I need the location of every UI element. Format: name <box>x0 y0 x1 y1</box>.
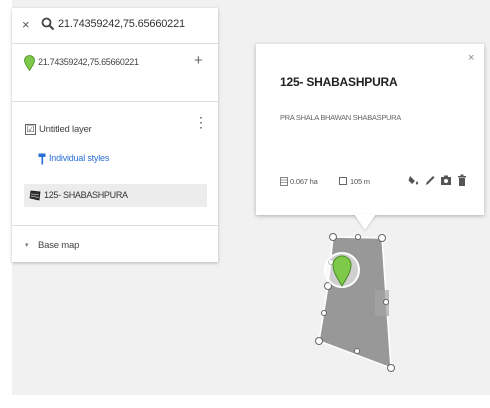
vertex-handle[interactable] <box>321 310 327 316</box>
green-pin-icon <box>24 55 35 71</box>
vertex-handle[interactable] <box>355 234 361 240</box>
search-row: × 21.74359242,75.65660221 <box>12 8 218 43</box>
base-map-row[interactable]: ▾ Base map <box>12 239 218 255</box>
feature-info-popup: × 125- SHABASHPURA PRA SHALA BHAWAN SHAB… <box>256 44 484 215</box>
chevron-down-icon[interactable]: ▾ <box>25 241 29 249</box>
layer-visibility-checkbox[interactable]: ☑ <box>25 124 36 135</box>
search-icon[interactable] <box>41 17 55 31</box>
vertex-handle[interactable] <box>387 364 395 372</box>
area-icon <box>280 177 288 186</box>
feature-list-item[interactable]: 125- SHABASHPURA <box>24 184 207 207</box>
popup-pointer <box>354 214 376 230</box>
layer-name[interactable]: Untitled layer <box>39 124 92 135</box>
layers-panel: × 21.74359242,75.65660221 21.74359242,75… <box>12 8 218 262</box>
vertex-handle[interactable] <box>354 348 360 354</box>
paint-roller-icon <box>38 153 46 165</box>
divider <box>12 225 218 226</box>
popup-title: 125- SHABASHPURA <box>280 75 398 89</box>
style-icon[interactable] <box>408 173 420 187</box>
layer-header[interactable]: ☑ Untitled layer ⋮ <box>12 115 218 142</box>
individual-styles-label: Individual styles <box>49 153 110 163</box>
edit-icon[interactable] <box>424 173 436 187</box>
base-map-label: Base map <box>38 240 80 251</box>
popup-description: PRA SHALA BHAWAN SHABASPURA <box>280 113 401 122</box>
delete-icon[interactable] <box>456 173 468 187</box>
feature-name: 125- SHABASHPURA <box>44 190 128 200</box>
perimeter-value: 105 m <box>350 177 370 186</box>
vertex-handle[interactable] <box>378 234 386 242</box>
vertex-handle[interactable] <box>329 233 337 241</box>
area-value: 0.067 ha <box>290 177 318 186</box>
camera-icon[interactable] <box>440 173 452 187</box>
vertex-handle[interactable] <box>383 299 389 305</box>
close-popup-icon[interactable]: × <box>468 52 474 64</box>
add-to-map-button[interactable]: + <box>194 52 203 69</box>
divider <box>12 101 218 102</box>
close-search-icon[interactable]: × <box>22 17 30 32</box>
perimeter-icon <box>339 177 347 185</box>
search-query-text[interactable]: 21.74359242,75.65660221 <box>58 18 185 30</box>
search-result-label: 21.74359242,75.65660221 <box>38 57 139 67</box>
polygon-icon <box>29 190 41 201</box>
map-marker-pin[interactable] <box>324 252 360 288</box>
vertex-handle[interactable] <box>315 337 323 345</box>
layer-options-icon[interactable]: ⋮ <box>194 115 208 129</box>
divider <box>12 43 218 44</box>
search-result-row[interactable]: 21.74359242,75.65660221 + <box>12 52 218 78</box>
